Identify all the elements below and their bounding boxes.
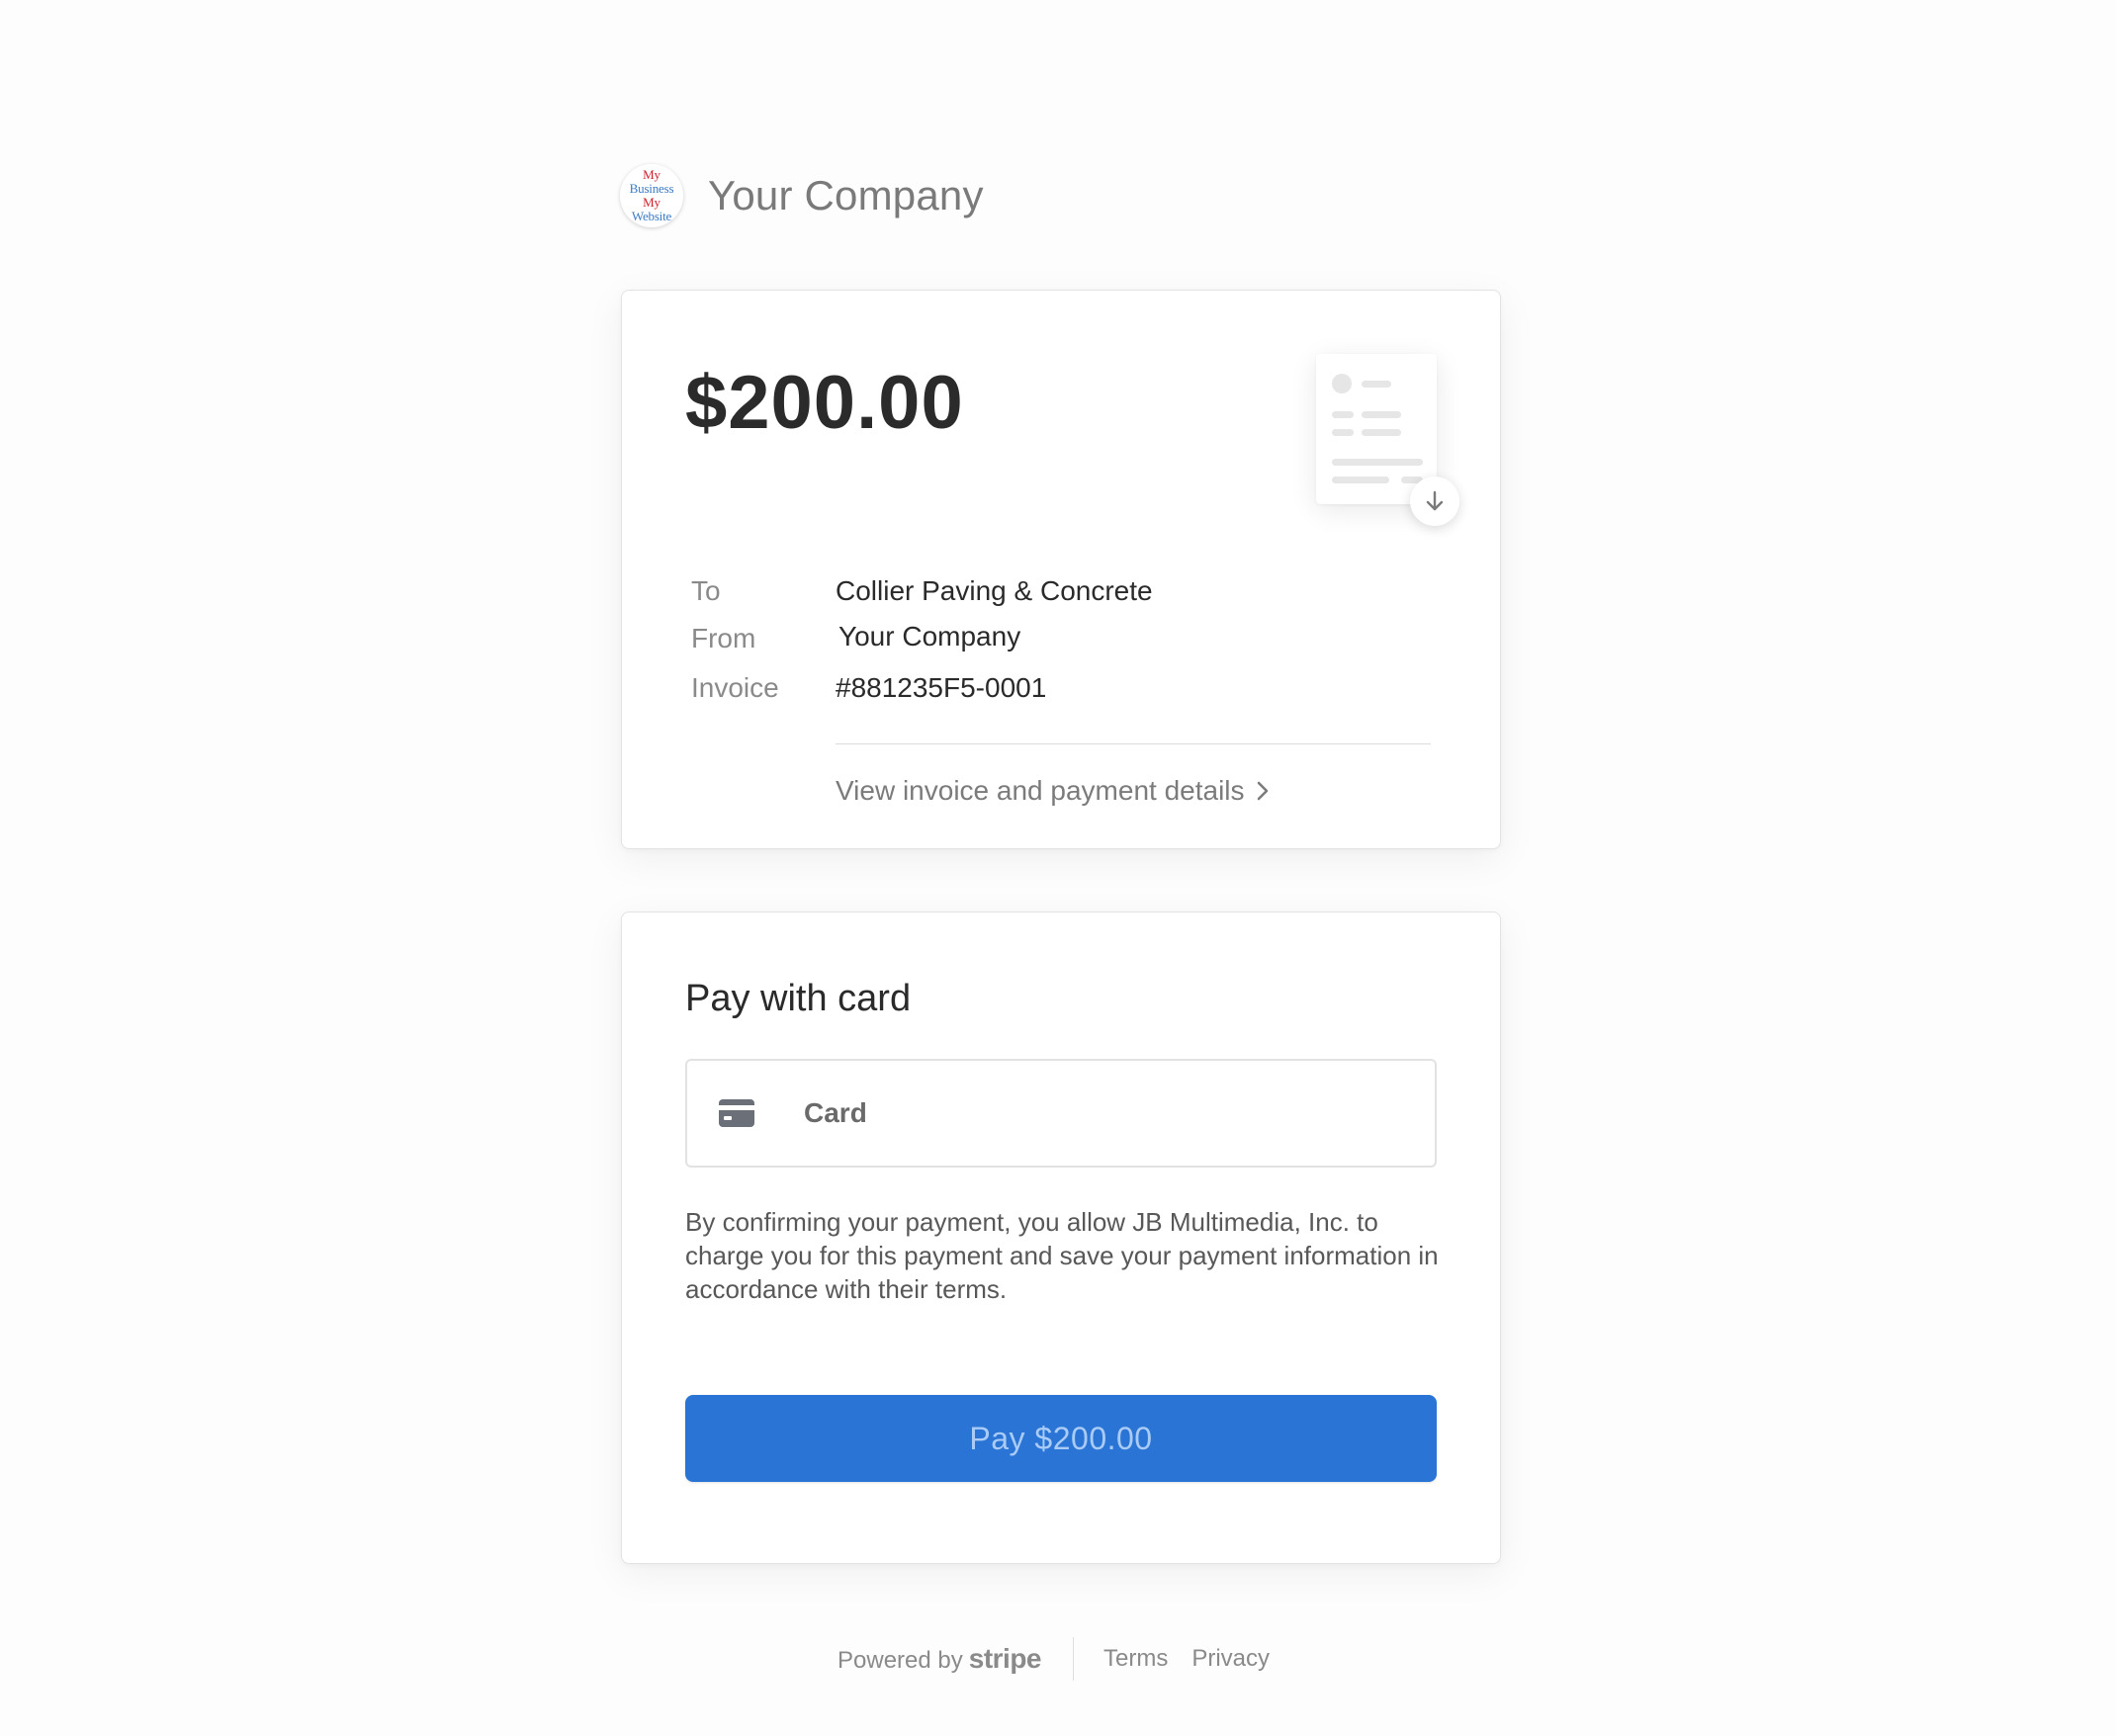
arrow-down-icon [1422,488,1448,514]
payment-title: Pay with card [685,978,912,1019]
view-invoice-details-label: View invoice and payment details [836,775,1245,806]
merchant-header: My Business My Website Your Company [620,164,984,227]
document-line [1332,477,1389,483]
document-avatar-dot [1332,374,1352,393]
document-line [1362,381,1391,388]
logo-line-4: Website [631,209,672,223]
logo-line-1: My [643,167,661,182]
detail-label: Invoice [691,672,779,703]
logo-line-2: Business [629,181,674,196]
powered-by-stripe[interactable]: Powered by stripe [838,1643,1042,1675]
details-divider [836,743,1431,744]
company-name: Your Company [708,172,984,218]
company-logo: My Business My Website [620,164,683,227]
document-line [1362,411,1401,418]
document-line [1332,459,1423,466]
detail-label: To [691,575,721,606]
view-invoice-details-link[interactable]: View invoice and payment details [836,775,1271,807]
download-invoice-button[interactable] [1410,477,1459,526]
credit-card-icon [719,1099,754,1127]
document-line [1332,429,1354,436]
pay-button[interactable]: Pay $200.00 [685,1395,1437,1482]
payment-consent-text: By confirming your payment, you allow JB… [685,1207,1439,1304]
detail-label: From [691,623,756,653]
detail-value: Your Company [838,621,1021,651]
privacy-link[interactable]: Privacy [1191,1645,1270,1673]
card-option-label: Card [804,1097,867,1128]
stripe-logo: stripe [968,1643,1042,1674]
invoice-amount: $200.00 [685,361,964,445]
terms-link[interactable]: Terms [1103,1645,1168,1673]
payment-card: Pay with card Card By confirming your pa… [621,911,1501,1564]
footer-divider [1073,1637,1074,1681]
detail-value: Collier Paving & Concrete [836,575,1153,606]
chevron-right-icon [1255,778,1271,804]
document-line [1362,429,1401,436]
checkout-page: My Business My Website Your Company $200… [0,0,2116,1736]
card-payment-method-option[interactable]: Card [685,1059,1437,1168]
detail-value: #881235F5-0001 [836,672,1047,703]
logo-line-3: My [643,195,661,210]
powered-by-label: Powered by [838,1647,963,1674]
document-line [1332,411,1354,418]
invoice-summary-card: $200.00 To Collier Paving & Concrete Fro… [621,290,1501,849]
footer: Powered by stripe Terms Privacy [838,1637,1293,1681]
